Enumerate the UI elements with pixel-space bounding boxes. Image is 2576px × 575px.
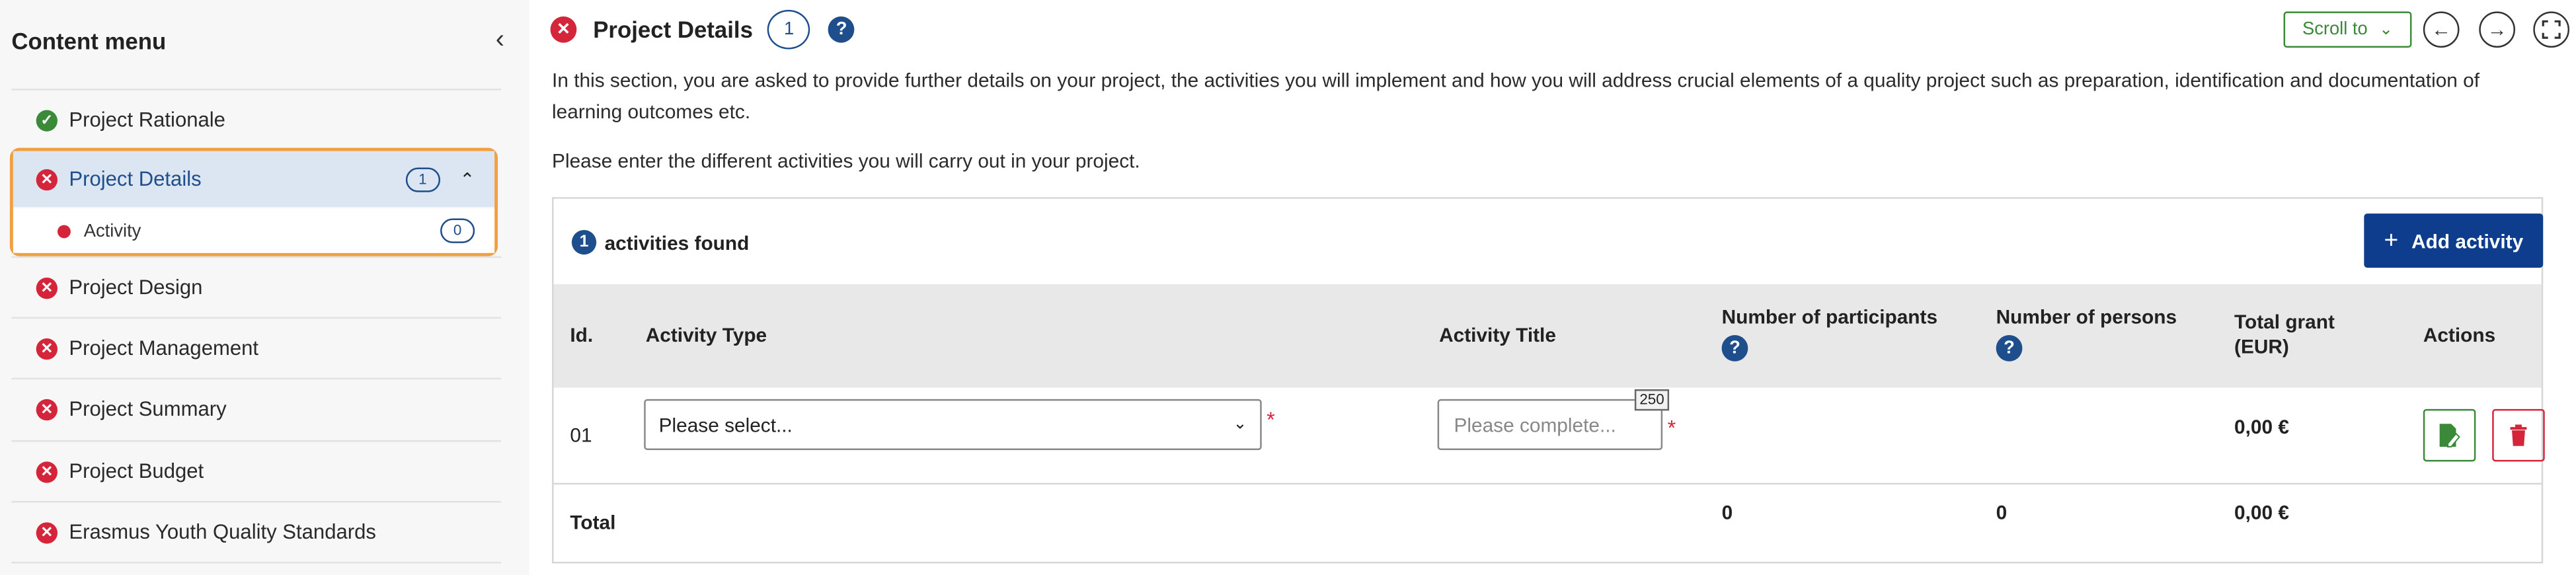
description-line: In this section, you are asked to provid… — [552, 69, 2480, 93]
table-total-row: Total 0 0 0,00 € — [554, 484, 2542, 563]
sidebar-item-project-summary[interactable]: ✕ Project Summary — [11, 377, 502, 439]
sidebar-item-project-rationale[interactable]: ✓ Project Rationale — [11, 89, 502, 149]
found-label: activities found — [604, 231, 750, 254]
sidebar-item-label: Project Design — [69, 276, 203, 299]
fullscreen-button[interactable] — [2533, 11, 2570, 48]
sidebar-item-label: Project Summary — [69, 397, 227, 421]
error-icon: ✕ — [36, 398, 58, 420]
description-line: learning outcomes etc. — [552, 100, 751, 124]
column-activity-type: Activity Type — [645, 323, 767, 347]
error-dot-icon — [57, 224, 71, 238]
activity-title-input[interactable]: Please complete... — [1437, 399, 1663, 450]
chevron-down-icon: ⌄ — [2379, 20, 2393, 39]
next-section-button[interactable]: → — [2479, 11, 2515, 48]
scroll-to-label: Scroll to — [2302, 19, 2368, 40]
total-label: Total — [570, 510, 616, 534]
sidebar-title: Content menu — [11, 28, 167, 55]
chevron-down-icon: ⌄ — [1233, 415, 1247, 434]
column-activity-title: Activity Title — [1439, 323, 1556, 347]
persons-header-label: Number of persons — [1996, 305, 2177, 329]
error-icon: ✕ — [36, 521, 58, 543]
expand-icon — [2542, 20, 2561, 39]
required-marker: * — [1667, 415, 1676, 441]
participants-header-label: Number of participants — [1721, 305, 1938, 329]
found-count-badge: 1 — [571, 229, 597, 255]
check-icon: ✓ — [36, 109, 58, 131]
total-persons: 0 — [1996, 501, 2008, 524]
table-header: Id. Activity Type Activity Title Number … — [553, 284, 2542, 388]
column-actions: Actions — [2423, 323, 2496, 347]
sidebar-item-project-management[interactable]: ✕ Project Management — [11, 317, 502, 378]
count-badge: 0 — [440, 218, 475, 243]
column-total-grant: Total grant (EUR) — [2234, 311, 2335, 360]
column-participants: Number of participants ? — [1721, 305, 1938, 362]
sidebar-item-label: Project Management — [69, 336, 259, 360]
sidebar-item-label: Erasmus Youth Quality Standards — [69, 520, 376, 544]
input-placeholder: Please complete... — [1454, 413, 1616, 436]
help-icon[interactable]: ? — [828, 16, 855, 43]
main-content: ✕ Project Details 1 ? Scroll to ⌄ ← → In… — [529, 0, 2576, 575]
total-grant: 0,00 € — [2234, 501, 2289, 524]
content-menu-sidebar: Content menu ‹ ✓ Project Rationale ✕ Pro… — [0, 0, 531, 575]
collapse-sidebar-icon[interactable]: ‹ — [496, 26, 504, 56]
activities-panel: 1 activities found + Add activity Id. Ac… — [552, 197, 2545, 564]
delete-activity-button[interactable] — [2492, 408, 2545, 462]
edit-document-icon — [2439, 424, 2460, 447]
trash-icon — [2510, 424, 2527, 446]
previous-section-button[interactable]: ← — [2423, 11, 2460, 48]
sidebar-item-project-details[interactable]: ✕ Project Details 1 ⌃ — [13, 151, 495, 208]
char-counter: 250 — [1634, 389, 1670, 411]
grant-header-line: (EUR) — [2234, 335, 2289, 358]
help-icon[interactable]: ? — [1996, 335, 2023, 362]
activities-found: 1 activities found — [571, 229, 750, 255]
sidebar-item-project-budget[interactable]: ✕ Project Budget — [11, 440, 502, 501]
plus-icon: + — [2384, 226, 2399, 255]
grant-header-line: Total grant — [2234, 310, 2335, 334]
sidebar-item-project-design[interactable]: ✕ Project Design — [11, 256, 502, 317]
add-activity-button[interactable]: + Add activity — [2364, 213, 2544, 268]
arrow-left-icon: ← — [2431, 18, 2452, 42]
error-icon: ✕ — [550, 16, 577, 43]
total-participants: 0 — [1721, 501, 1733, 524]
sidebar-subitem-label: Activity — [83, 221, 141, 241]
help-icon[interactable]: ? — [1721, 335, 1748, 362]
column-persons: Number of persons ? — [1996, 305, 2177, 362]
section-header: ✕ Project Details 1 ? — [550, 9, 855, 50]
required-marker: * — [1267, 407, 1275, 432]
sidebar-item-label: Project Rationale — [69, 108, 225, 132]
table-row: 01 Please select... ⌄ * Please complete.… — [553, 388, 2545, 485]
edit-activity-button[interactable] — [2423, 408, 2476, 462]
page-title: Project Details — [593, 16, 753, 43]
activities-instruction: Please enter the different activities yo… — [552, 149, 1140, 172]
sidebar-item-label: Project Budget — [69, 459, 204, 483]
sidebar-item-label: Project Details — [69, 167, 202, 191]
error-count-badge: 1 — [767, 9, 810, 50]
add-activity-label: Add activity — [2411, 229, 2524, 252]
error-icon: ✕ — [36, 276, 58, 299]
column-id: Id. — [570, 323, 594, 347]
chevron-up-icon[interactable]: ⌃ — [459, 169, 475, 190]
arrow-right-icon: → — [2487, 18, 2507, 42]
activity-type-select[interactable]: Please select... ⌄ — [644, 399, 1262, 450]
select-value: Please select... — [658, 413, 793, 436]
sidebar-item-erasmus-quality-standards[interactable]: ✕ Erasmus Youth Quality Standards — [11, 501, 502, 564]
row-id: 01 — [570, 424, 592, 447]
sidebar-subitem-activity[interactable]: Activity 0 — [13, 208, 495, 253]
error-icon: ✕ — [36, 168, 58, 190]
error-icon: ✕ — [36, 461, 58, 482]
section-description: In this section, you are asked to provid… — [552, 65, 2540, 128]
scroll-to-dropdown[interactable]: Scroll to ⌄ — [2283, 11, 2412, 48]
sidebar-header: Content menu ‹ — [11, 24, 504, 58]
row-total-grant: 0,00 € — [2234, 415, 2289, 439]
count-badge: 1 — [405, 167, 440, 192]
error-icon: ✕ — [36, 337, 58, 360]
